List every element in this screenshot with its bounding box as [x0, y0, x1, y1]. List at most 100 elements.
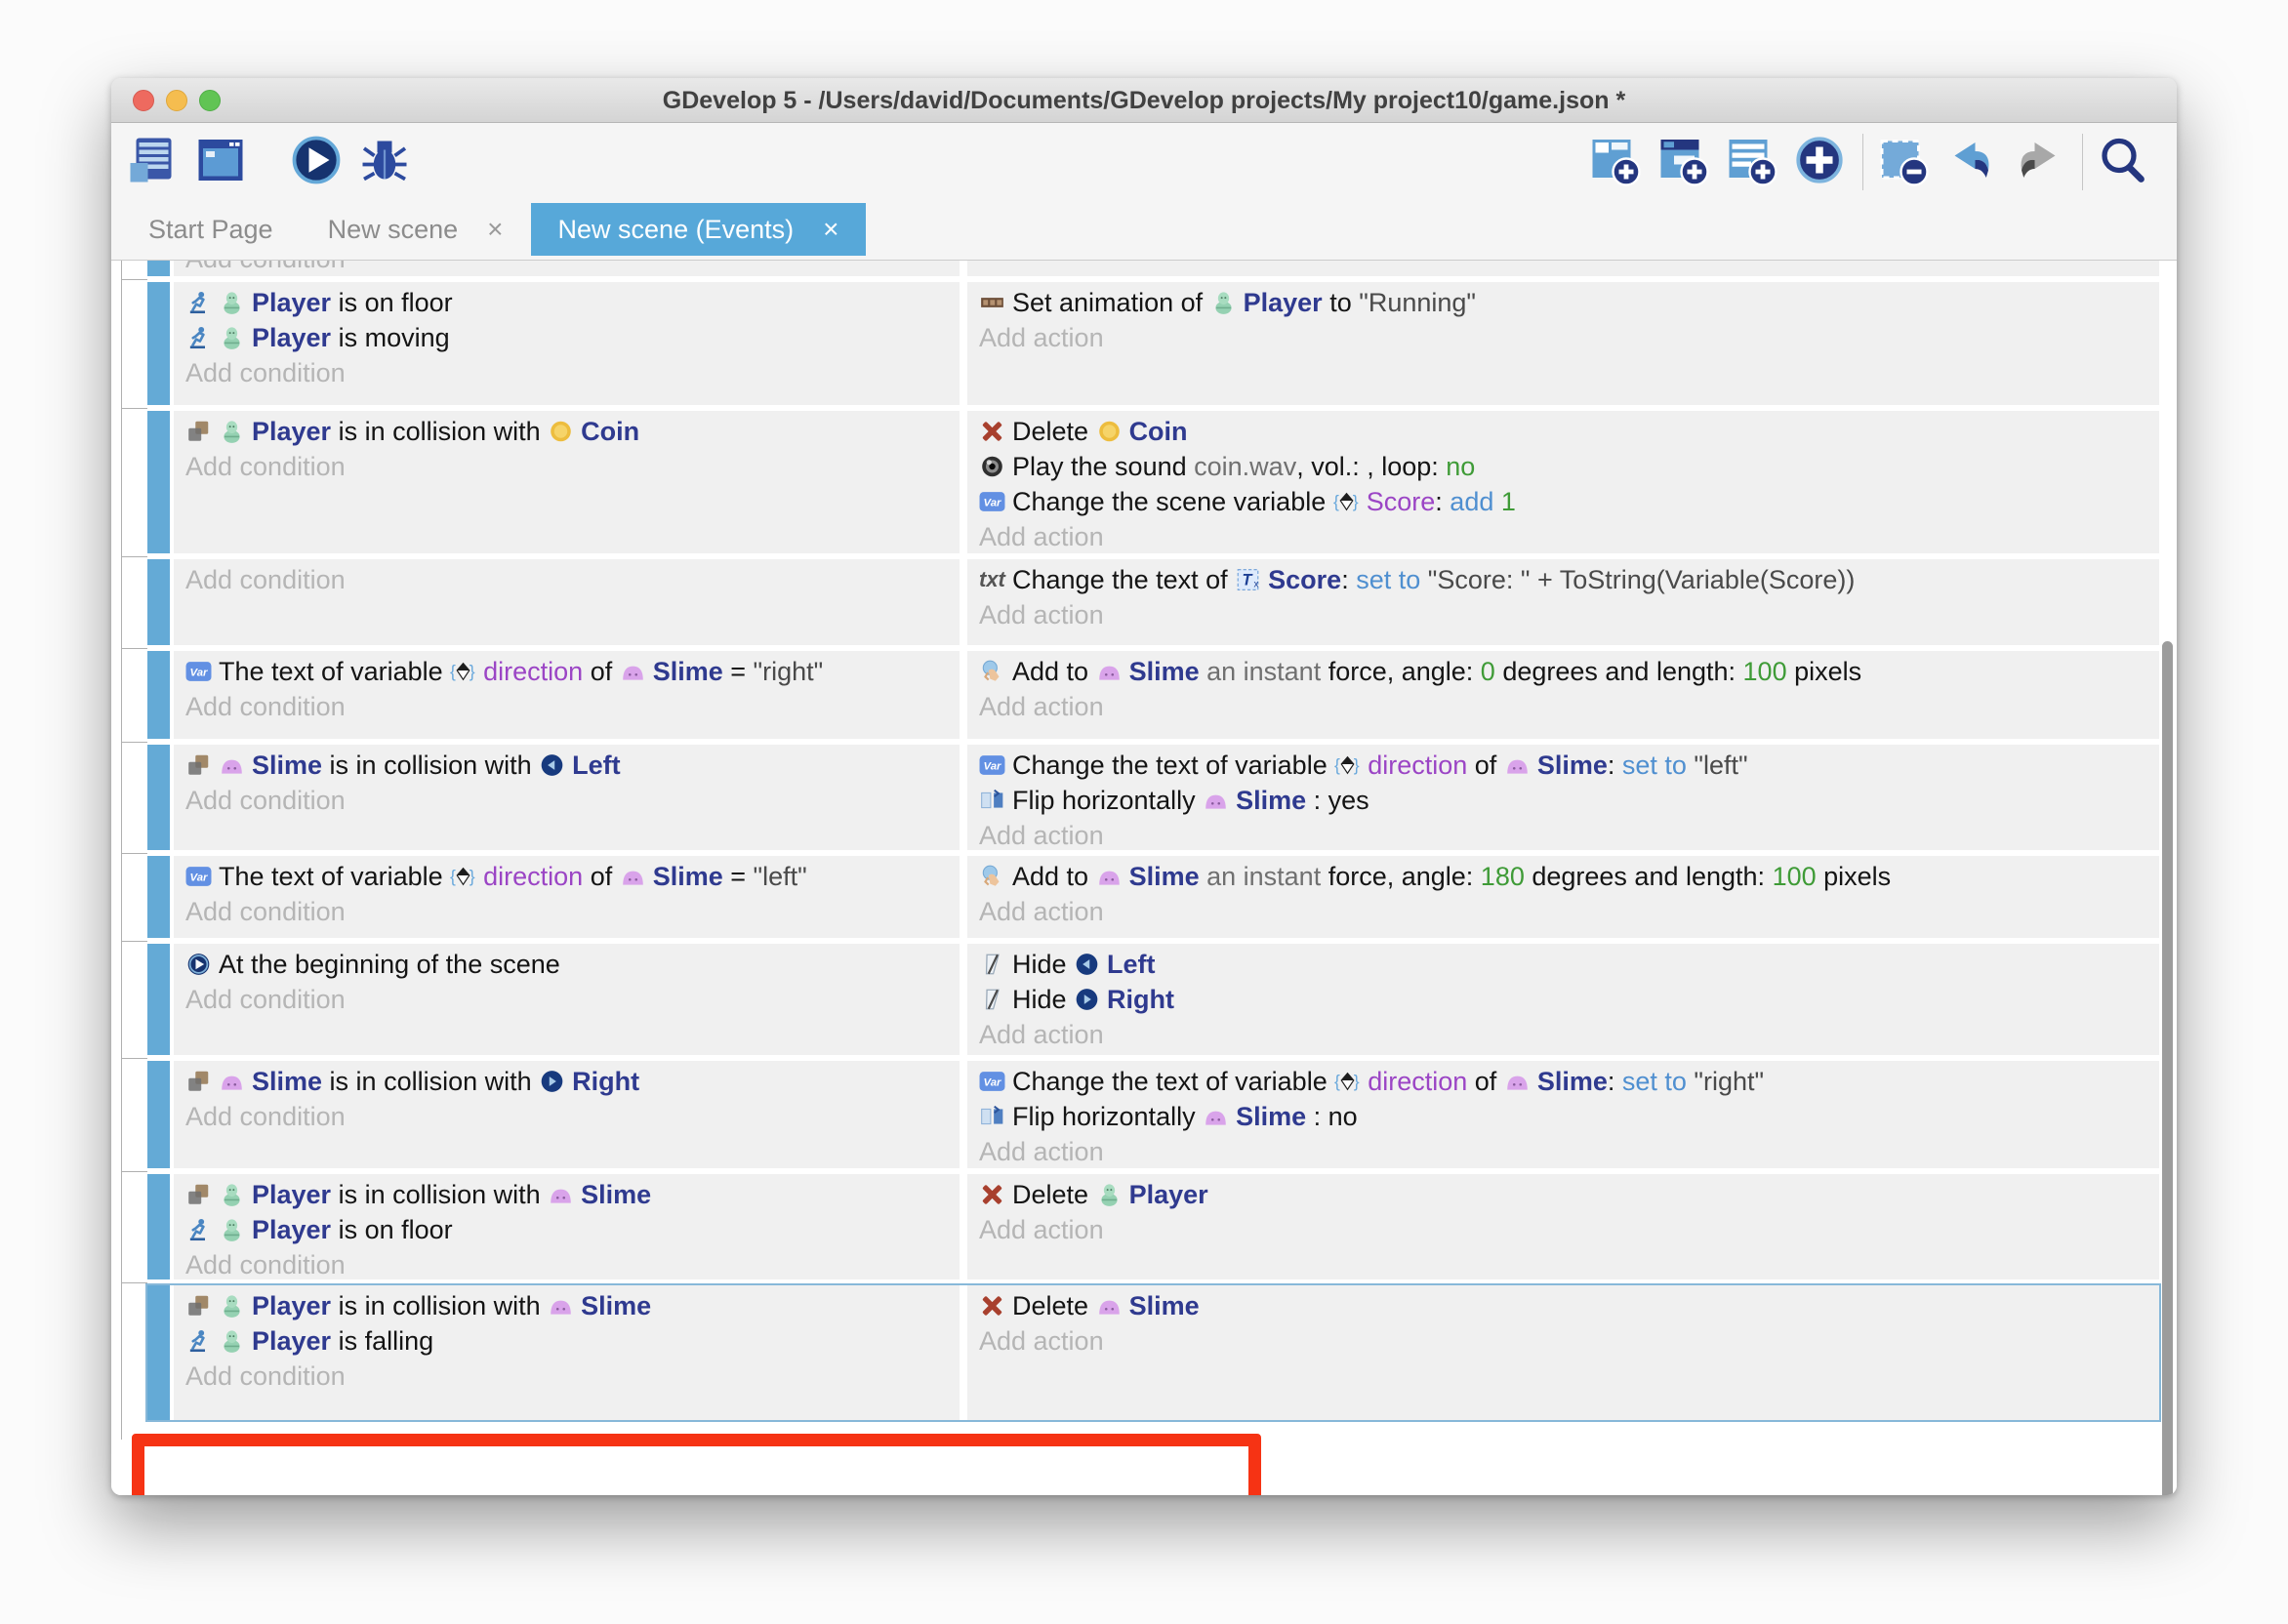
tab-start-page[interactable]: Start Page [121, 203, 301, 256]
add-condition-button[interactable]: Add condition [174, 562, 960, 597]
scrollbar-thumb[interactable] [2162, 641, 2173, 1495]
event-handle[interactable] [147, 651, 170, 739]
debug-button[interactable] [357, 133, 412, 191]
add-event-button[interactable] [1587, 133, 1642, 191]
action[interactable]: Flip horizontally Slime : yes [967, 783, 2159, 818]
action[interactable]: VarChange the scene variable {}Score: ad… [967, 484, 2159, 519]
undo-button[interactable] [1943, 133, 1998, 191]
add-condition-button[interactable]: Add condition [174, 449, 960, 484]
condition[interactable]: Slime is in collision with Left [174, 748, 960, 783]
add-sub-event-button[interactable] [1655, 133, 1710, 191]
text-token: no [1446, 452, 1475, 482]
action[interactable]: Delete Coin [967, 414, 2159, 449]
event-handle[interactable] [147, 261, 170, 276]
add-action-button[interactable]: Add action [967, 1323, 2159, 1359]
add-condition-button[interactable]: Add condition [174, 1247, 960, 1279]
search-icon [2096, 134, 2148, 191]
add-condition-button[interactable]: Add condition [174, 1359, 960, 1394]
condition[interactable]: Player is on floor [174, 285, 960, 320]
actions-cell: Set animation of Player to "Running"Add … [967, 282, 2159, 405]
condition[interactable]: Player is in collision with Slime [174, 1177, 960, 1212]
action[interactable]: VarChange the text of variable {}directi… [967, 1064, 2159, 1099]
action[interactable]: Add to Slime an instant force, angle: 18… [967, 859, 2159, 894]
run-icon [185, 1328, 212, 1354]
text-token: : no [1306, 1102, 1358, 1132]
action[interactable]: Hide Right [967, 982, 2159, 1017]
svg-text:}: } [1352, 492, 1358, 511]
add-condition-button[interactable]: Add condition [174, 982, 960, 1017]
action[interactable]: Play the sound coin.wav, vol.: , loop: n… [967, 449, 2159, 484]
add-condition-button[interactable]: Add condition [174, 894, 960, 929]
condition[interactable]: Player is on floor [174, 1212, 960, 1247]
action[interactable]: txtChange the text of TxScore: set to "S… [967, 562, 2159, 597]
action[interactable]: Flip horizontally Slime : no [967, 1099, 2159, 1134]
toolbar [111, 123, 2177, 203]
tab-close-icon[interactable]: × [823, 214, 838, 245]
play-button[interactable] [289, 133, 344, 191]
add-condition-button[interactable]: Add condition [174, 355, 960, 390]
scene-editor-button[interactable] [193, 133, 248, 191]
collision-icon [185, 752, 212, 778]
condition[interactable]: Player is in collision with Slime [174, 1288, 960, 1323]
tab-new-scene-events-[interactable]: New scene (Events)× [531, 203, 867, 256]
add-comment-button[interactable] [1724, 133, 1778, 191]
text-token: "left" [754, 862, 807, 892]
project-manager-button[interactable] [125, 133, 180, 191]
action[interactable]: Delete Player [967, 1177, 2159, 1212]
tab-close-icon[interactable]: × [487, 214, 503, 245]
event-handle[interactable] [147, 411, 170, 553]
add-action-button[interactable]: Add action [967, 519, 2159, 553]
condition[interactable]: Slime is in collision with Right [174, 1064, 960, 1099]
action[interactable]: Hide Left [967, 947, 2159, 982]
actions-cell: Add to Slime an instant force, angle: 18… [967, 856, 2159, 938]
action[interactable]: Set animation of Player to "Running" [967, 285, 2159, 320]
slime-icon [1096, 1293, 1123, 1319]
event-handle[interactable] [147, 1061, 170, 1168]
add-action-button[interactable]: Add action [967, 597, 2159, 632]
add-action-button[interactable]: Add action [967, 320, 2159, 355]
add-action-button[interactable]: Add action [967, 1017, 2159, 1052]
add-condition-button[interactable]: Add condition [174, 783, 960, 818]
condition[interactable]: Player is moving [174, 320, 960, 355]
add-action-button[interactable]: Add action [967, 1134, 2159, 1168]
event-handle[interactable] [147, 559, 170, 645]
flip-icon [979, 1104, 1005, 1129]
event-handle[interactable] [147, 1285, 170, 1420]
action[interactable]: VarChange the text of variable {}directi… [967, 748, 2159, 783]
condition[interactable]: At the beginning of the scene [174, 947, 960, 982]
tree-branch-tick [121, 648, 147, 649]
condition[interactable]: VarThe text of variable {}direction of S… [174, 654, 960, 689]
tab-new-scene[interactable]: New scene× [301, 203, 531, 256]
search-button[interactable] [2095, 133, 2149, 191]
add-action-button[interactable]: Add action [967, 894, 2159, 929]
redo-button[interactable] [2012, 133, 2066, 191]
player-icon [219, 290, 245, 315]
add-condition-button[interactable]: Add condition [174, 261, 960, 276]
text-token: Player [252, 417, 331, 447]
event-handle[interactable] [147, 1174, 170, 1279]
event-handle[interactable] [147, 745, 170, 850]
add-action-button[interactable]: Add action [967, 1212, 2159, 1247]
text-token: 0 [1481, 657, 1495, 687]
add-condition-button[interactable]: Add condition [174, 689, 960, 724]
event-handle[interactable] [147, 944, 170, 1055]
add-action-button[interactable]: Add action [967, 818, 2159, 850]
add-action-button[interactable]: Add action [967, 689, 2159, 724]
text-token: : [1341, 565, 1356, 595]
event-handle[interactable] [147, 282, 170, 405]
event-handle[interactable] [147, 856, 170, 938]
toolbar-left-group [125, 133, 426, 191]
action[interactable]: Add to Slime an instant force, angle: 0 … [967, 654, 2159, 689]
condition[interactable]: VarThe text of variable {}direction of S… [174, 859, 960, 894]
delete-event-button[interactable] [1875, 133, 1930, 191]
action[interactable]: Delete Slime [967, 1288, 2159, 1323]
text-token: force, angle: [1328, 657, 1481, 687]
event-row: Slime is in collision with LeftAdd condi… [147, 745, 2159, 850]
add-condition-button[interactable]: Add condition [174, 1099, 960, 1134]
condition[interactable]: Player is falling [174, 1323, 960, 1359]
event-row: Add condition [147, 261, 2159, 276]
flip-icon [979, 788, 1005, 813]
add-new-button[interactable] [1792, 133, 1847, 191]
text-token: Score [1268, 565, 1341, 595]
condition[interactable]: Player is in collision with Coin [174, 414, 960, 449]
